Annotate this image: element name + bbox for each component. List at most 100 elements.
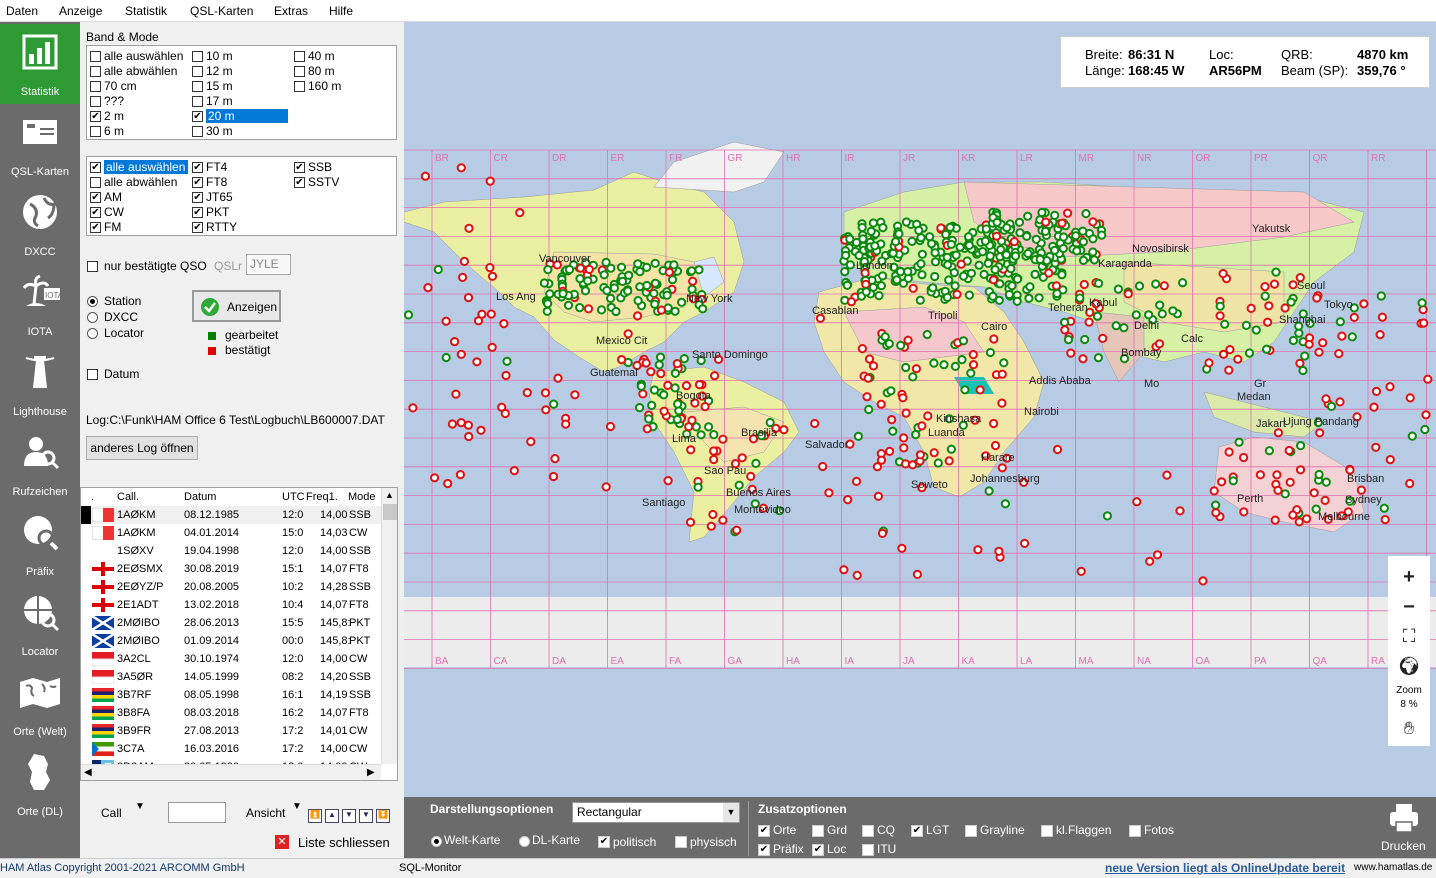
qso-marker[interactable] — [901, 362, 911, 373]
qso-marker[interactable] — [1288, 335, 1299, 346]
qso-marker[interactable] — [463, 420, 474, 430]
qso-marker[interactable] — [1269, 279, 1280, 289]
qso-marker[interactable] — [929, 358, 939, 368]
qso-marker[interactable] — [659, 406, 669, 416]
qso-marker[interactable] — [941, 229, 951, 240]
qso-marker[interactable] — [679, 354, 689, 364]
band-checkbox[interactable] — [192, 96, 203, 107]
qso-marker[interactable] — [638, 389, 648, 399]
qso-marker[interactable] — [979, 269, 989, 279]
qso-marker[interactable] — [915, 450, 926, 460]
qso-marker[interactable] — [901, 408, 911, 418]
qso-marker[interactable] — [1255, 470, 1266, 480]
qso-marker[interactable] — [868, 361, 879, 371]
qso-marker[interactable] — [541, 405, 551, 415]
qso-marker[interactable] — [1072, 246, 1082, 256]
qso-marker[interactable] — [644, 414, 654, 424]
qso-marker[interactable] — [686, 445, 696, 455]
qso-marker[interactable] — [1000, 499, 1011, 509]
qso-marker[interactable] — [980, 236, 991, 246]
qso-marker[interactable] — [650, 299, 660, 309]
qso-marker[interactable] — [878, 223, 888, 233]
qso-marker[interactable] — [899, 443, 909, 453]
qso-marker[interactable] — [1079, 279, 1089, 290]
mode-checkbox[interactable]: ✔ — [90, 192, 101, 203]
qso-marker[interactable] — [509, 466, 519, 476]
qso-marker[interactable] — [623, 286, 633, 296]
qso-marker[interactable] — [746, 471, 756, 481]
down-icon[interactable]: ▼ — [342, 809, 356, 823]
qso-marker[interactable] — [861, 279, 871, 289]
qso-marker[interactable] — [564, 264, 575, 275]
qso-marker[interactable] — [1335, 317, 1345, 327]
qso-marker[interactable] — [1379, 503, 1389, 513]
qso-marker[interactable] — [499, 319, 509, 329]
nav-praefix[interactable]: Präfix — [0, 504, 80, 584]
qso-marker[interactable] — [927, 239, 937, 249]
qso-marker[interactable] — [989, 418, 999, 429]
band-checkbox[interactable]: ✔ — [90, 111, 101, 122]
qso-marker[interactable] — [1288, 280, 1298, 290]
qso-marker[interactable] — [672, 359, 682, 369]
qso-marker[interactable] — [930, 271, 940, 282]
qso-marker[interactable] — [984, 486, 994, 496]
qso-marker[interactable] — [451, 389, 461, 399]
qso-marker[interactable] — [1224, 447, 1234, 457]
qso-marker[interactable] — [1280, 303, 1290, 313]
qso-marker[interactable] — [968, 360, 979, 370]
qso-marker[interactable] — [892, 275, 902, 285]
confirmed-only-checkbox[interactable] — [87, 261, 98, 272]
scroll-thumb[interactable] — [383, 504, 397, 520]
qso-marker[interactable] — [974, 260, 984, 270]
qso-marker[interactable] — [684, 422, 694, 432]
qso-marker[interactable] — [1035, 254, 1045, 264]
qso-marker[interactable] — [670, 368, 680, 378]
qso-marker[interactable] — [916, 259, 926, 269]
qso-marker[interactable] — [885, 446, 895, 456]
qso-marker[interactable] — [1051, 281, 1062, 291]
qso-marker[interactable] — [1420, 424, 1430, 435]
qso-marker[interactable] — [884, 339, 894, 349]
last-icon[interactable]: ⏬ — [376, 809, 390, 823]
qso-marker[interactable] — [1152, 550, 1163, 560]
extra-option-checkbox[interactable]: ✔ — [812, 844, 824, 856]
qso-marker[interactable] — [985, 347, 996, 358]
qso-marker[interactable] — [973, 545, 983, 555]
qso-marker[interactable] — [606, 263, 616, 273]
band-checkbox[interactable] — [90, 66, 101, 77]
qso-marker[interactable] — [900, 459, 911, 469]
hand-pan-icon[interactable]: ✋︎ — [1388, 714, 1430, 744]
qso-marker[interactable] — [1063, 208, 1073, 218]
extra-option-checkbox[interactable] — [1129, 825, 1141, 837]
qso-marker[interactable] — [1337, 331, 1347, 341]
mode-checkbox[interactable]: ✔ — [192, 162, 203, 173]
qso-marker[interactable] — [992, 231, 1002, 241]
table-row[interactable]: 3B9FR 27.08.2013 17:2 14,01 CW — [81, 722, 381, 740]
qso-marker[interactable] — [864, 404, 874, 415]
qso-marker[interactable] — [1050, 210, 1060, 220]
qso-marker[interactable] — [915, 295, 925, 305]
qso-marker[interactable] — [951, 250, 961, 260]
qso-marker[interactable] — [633, 311, 643, 321]
qso-marker[interactable] — [894, 229, 904, 239]
qso-marker[interactable] — [939, 360, 949, 370]
qso-marker[interactable] — [997, 369, 1007, 379]
qso-marker[interactable] — [952, 289, 962, 299]
radio-dl-map[interactable] — [519, 836, 530, 847]
qso-marker[interactable] — [999, 358, 1009, 368]
qso-marker[interactable] — [650, 258, 660, 268]
qso-marker[interactable] — [810, 418, 820, 429]
qso-marker[interactable] — [912, 569, 923, 580]
vertical-scrollbar[interactable]: ▲ — [381, 488, 397, 764]
band-checkbox[interactable] — [294, 81, 305, 92]
qso-marker[interactable] — [923, 411, 933, 421]
qso-marker[interactable] — [1023, 211, 1033, 221]
qso-marker[interactable] — [1052, 288, 1062, 299]
qso-marker[interactable] — [685, 517, 696, 527]
qso-marker[interactable] — [1298, 365, 1308, 376]
qso-marker[interactable] — [1321, 394, 1331, 404]
qso-marker[interactable] — [624, 270, 634, 280]
qso-marker[interactable] — [1098, 333, 1108, 343]
qso-marker[interactable] — [463, 293, 474, 303]
qso-marker[interactable] — [1312, 293, 1322, 303]
